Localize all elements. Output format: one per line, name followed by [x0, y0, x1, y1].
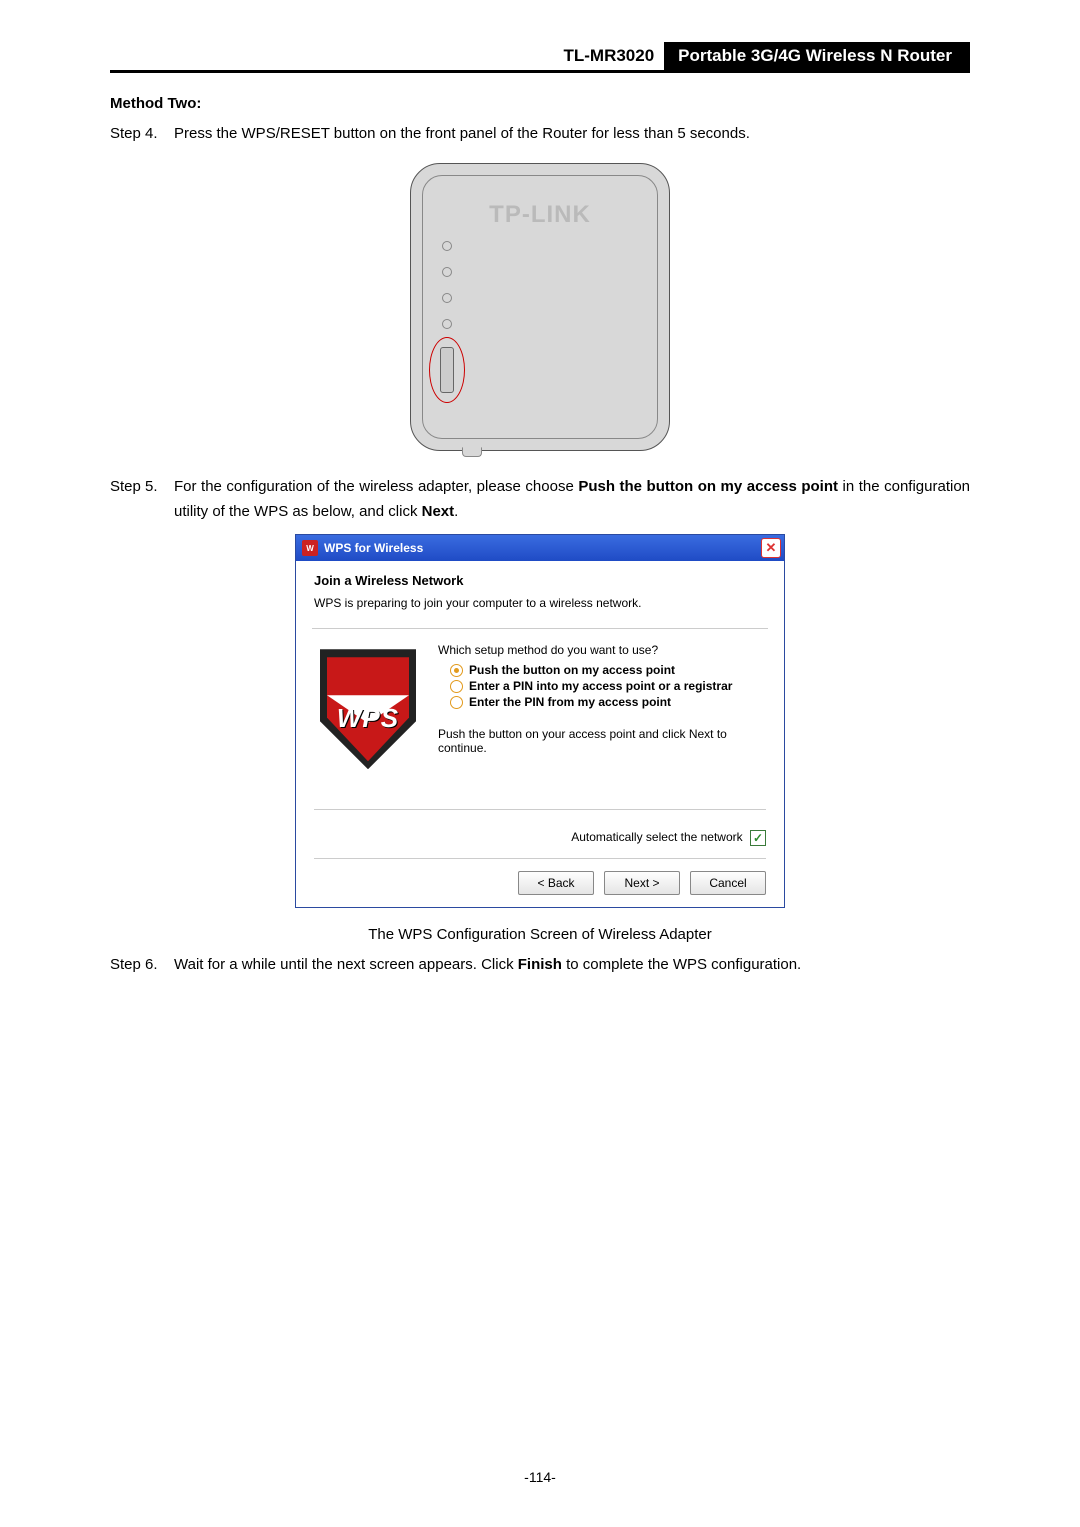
figure-caption: The WPS Configuration Screen of Wireless… [110, 926, 970, 943]
cancel-button[interactable]: Cancel [690, 871, 766, 895]
router-brand-logo: TP-LINK [400, 201, 680, 229]
wps-subtext: WPS is preparing to join your computer t… [314, 596, 766, 610]
router-figure: TP-LINK [110, 149, 970, 473]
next-button[interactable]: Next > [604, 871, 680, 895]
wps-option-label: Enter a PIN into my access point or a re… [469, 679, 732, 693]
led-icon [442, 241, 452, 251]
wps-badge-text: WPS [314, 703, 422, 734]
close-icon[interactable]: ✕ [761, 538, 781, 558]
wps-screenshot: W WPS for Wireless ✕ Join a Wireless Net… [110, 526, 970, 912]
step-number: Step 6. [110, 953, 174, 978]
step-text: Press the WPS/RESET button on the front … [174, 122, 970, 147]
radio-selected-icon [450, 664, 463, 677]
wps-heading: Join a Wireless Network [314, 573, 766, 588]
page-header: TL-MR3020 Portable 3G/4G Wireless N Rout… [110, 42, 970, 73]
text-bold: Finish [518, 956, 562, 973]
step-6: Step 6. Wait for a while until the next … [110, 953, 970, 978]
led-icon [442, 293, 452, 303]
step-number: Step 4. [110, 122, 174, 147]
header-description: Portable 3G/4G Wireless N Router [664, 42, 970, 70]
led-icon [442, 267, 452, 277]
step-4: Step 4. Press the WPS/RESET button on th… [110, 122, 970, 147]
wps-option-label: Enter the PIN from my access point [469, 695, 671, 709]
router-port-icon [462, 447, 482, 457]
wps-option-push-button[interactable]: Push the button on my access point [450, 663, 766, 677]
wps-option-enter-pin-from-ap[interactable]: Enter the PIN from my access point [450, 695, 766, 709]
wps-option-label: Push the button on my access point [469, 663, 675, 677]
led-icon [442, 319, 452, 329]
wps-question: Which setup method do you want to use? [438, 643, 766, 657]
wps-hint-text: Push the button on your access point and… [438, 727, 766, 755]
checkbox-checked-icon[interactable]: ✓ [750, 830, 766, 846]
wps-shield-icon: WPS [314, 643, 422, 783]
text-bold: Next [422, 503, 455, 520]
wps-option-enter-pin-ap[interactable]: Enter a PIN into my access point or a re… [450, 679, 766, 693]
step-5: Step 5. For the configuration of the wir… [110, 475, 970, 525]
wps-auto-select-row: Automatically select the network ✓ [314, 809, 766, 846]
wps-dialog-title: WPS for Wireless [324, 541, 423, 555]
header-model: TL-MR3020 [547, 42, 664, 70]
step-text: Wait for a while until the next screen a… [174, 953, 970, 978]
router-illustration: TP-LINK [400, 159, 680, 459]
step-text: For the configuration of the wireless ad… [174, 475, 970, 525]
wps-highlight-circle-icon [429, 337, 465, 403]
radio-icon [450, 680, 463, 693]
step-number: Step 5. [110, 475, 174, 525]
document-page: TL-MR3020 Portable 3G/4G Wireless N Rout… [0, 0, 1080, 1527]
section-title: Method Two: [110, 95, 970, 112]
page-number: -114- [0, 1469, 1080, 1485]
wps-dialog-titlebar: W WPS for Wireless ✕ [296, 535, 784, 561]
text-fragment: to complete the WPS configuration. [562, 956, 801, 973]
text-fragment: Wait for a while until the next screen a… [174, 956, 518, 973]
text-fragment: . [454, 503, 458, 520]
wps-auto-label: Automatically select the network [571, 830, 742, 844]
radio-icon [450, 696, 463, 709]
wps-app-icon: W [302, 540, 318, 556]
back-button[interactable]: < Back [518, 871, 594, 895]
text-fragment: For the configuration of the wireless ad… [174, 478, 578, 495]
text-bold: Push the button on my access point [578, 478, 838, 495]
wps-dialog-window: W WPS for Wireless ✕ Join a Wireless Net… [295, 534, 785, 908]
